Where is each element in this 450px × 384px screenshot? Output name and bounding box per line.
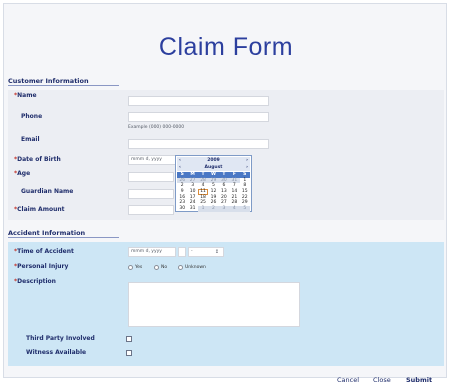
calendar-month: August	[204, 165, 223, 170]
witness-label: Witness Available	[26, 349, 87, 356]
time-select[interactable]: - ↕	[188, 247, 224, 257]
date-picker-popup: ‹ 2009 › ‹ August › S M T W T F S 26 27 28 29 30 31 1…	[175, 155, 252, 212]
calendar-day[interactable]: 3	[218, 206, 230, 212]
calendar-year-row: ‹ 2009 ›	[177, 157, 250, 164]
calendar-day[interactable]: 1	[197, 206, 209, 212]
claim-amount-label-text: Claim Amount	[17, 206, 65, 213]
description-label-text: Description	[17, 278, 56, 285]
accident-section-heading: Accident Information	[8, 229, 444, 238]
name-label: *Name	[14, 92, 37, 99]
accident-date-field[interactable]: mmm d, yyyy	[128, 247, 176, 257]
name-label-text: Name	[17, 92, 37, 99]
customer-section-heading: Customer Information	[8, 77, 444, 86]
close-button[interactable]: Close	[373, 376, 391, 384]
claim-amount-label: *Claim Amount	[14, 206, 64, 213]
email-label: Email	[21, 136, 40, 143]
calendar-year: 2009	[207, 158, 220, 163]
submit-button[interactable]: Submit	[406, 376, 432, 384]
time-label: *Time of Accident	[14, 248, 74, 255]
prev-month-button[interactable]: ‹	[179, 164, 181, 171]
third-party-label: Third Party Involved	[26, 335, 95, 342]
phone-field[interactable]	[128, 112, 269, 122]
radio-label: Unknown	[185, 265, 206, 270]
description-textarea[interactable]	[128, 282, 300, 327]
injury-radio-yes[interactable]: Yes	[128, 265, 142, 270]
chevron-down-icon: ↕	[214, 249, 219, 255]
guardian-field[interactable]	[128, 189, 174, 199]
age-label-text: Age	[17, 170, 31, 177]
description-label: *Description	[14, 278, 56, 285]
dob-field[interactable]: mmm d, yyyy	[128, 155, 176, 165]
age-label: *Age	[14, 170, 30, 177]
third-party-checkbox[interactable]	[126, 336, 132, 342]
calendar-day[interactable]: 2	[208, 206, 219, 212]
calendar-month-row: ‹ August ›	[177, 164, 250, 171]
section-underline	[8, 237, 119, 238]
injury-radio-no[interactable]: No	[154, 265, 167, 270]
prev-year-button[interactable]: ‹	[179, 157, 181, 164]
cancel-button[interactable]: Cancel	[337, 376, 359, 384]
dob-label-text: Date of Birth	[17, 156, 61, 163]
customer-section-title: Customer Information	[8, 77, 89, 85]
radio-icon	[128, 265, 133, 270]
calendar-day[interactable]: 31	[187, 206, 197, 212]
time-select-value: -	[191, 249, 193, 254]
claim-amount-field[interactable]	[128, 205, 174, 215]
page-title: Claim Form	[158, 33, 294, 61]
time-label-text: Time of Accident	[17, 248, 74, 255]
guardian-label: Guardian Name	[21, 188, 74, 195]
calendar-day[interactable]: 5	[239, 206, 250, 212]
time-picker-icon[interactable]	[178, 247, 186, 257]
personal-injury-label-text: Personal Injury	[17, 263, 69, 270]
phone-hint: Example (000) 000-0000	[128, 125, 185, 130]
radio-label: Yes	[135, 265, 143, 270]
next-year-button[interactable]: ›	[246, 157, 248, 164]
email-field[interactable]	[128, 139, 269, 149]
radio-icon	[178, 265, 183, 270]
form-window: Claim Form Customer Information *Name Ph…	[3, 3, 447, 384]
calendar-day[interactable]: 30	[177, 206, 187, 212]
section-underline	[8, 85, 119, 86]
accident-section-title: Accident Information	[8, 229, 86, 237]
dob-label: *Date of Birth	[14, 156, 61, 163]
phone-label: Phone	[21, 113, 43, 120]
injury-radio-unknown[interactable]: Unknown	[178, 265, 206, 270]
radio-label: No	[161, 265, 168, 270]
name-field[interactable]	[128, 96, 269, 106]
witness-checkbox[interactable]	[126, 350, 132, 356]
radio-icon	[154, 265, 159, 270]
next-month-button[interactable]: ›	[246, 164, 248, 171]
age-field[interactable]	[128, 172, 174, 182]
calendar-grid: S M T W T F S 26 27 28 29 30 31 1 2 3 4 5 6 7 8 9 10 11 12 13 14 15…	[177, 172, 250, 212]
personal-injury-label: *Personal Injury	[14, 263, 68, 270]
calendar-day[interactable]: 4	[229, 206, 240, 212]
